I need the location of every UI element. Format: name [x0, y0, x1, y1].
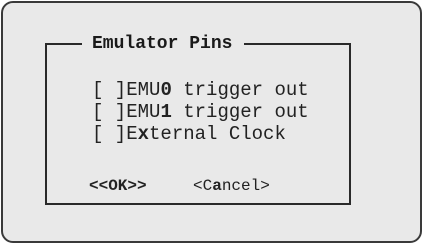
checkbox-box[interactable]: [ ] [92, 122, 126, 146]
ok-close-bracket: >> [127, 177, 147, 195]
cancel-close-bracket: > [260, 177, 270, 195]
option-label-prefix: EMU [126, 79, 161, 101]
option-label-suffix: ternal Clock [149, 123, 286, 145]
external-clock-checkbox[interactable]: [ ]External Clock [92, 122, 286, 146]
dialog-title: Emulator Pins [82, 29, 245, 59]
cancel-label-suffix: ncel [221, 177, 261, 195]
cancel-button[interactable]: <Cancel> [193, 175, 270, 197]
option-label-suffix: trigger out [171, 79, 309, 101]
option-hotkey: 0 [160, 79, 172, 101]
checkbox-box[interactable]: [ ] [92, 100, 126, 124]
option-hotkey: 1 [160, 101, 172, 123]
cancel-hotkey: a [212, 177, 222, 195]
option-label-prefix: E [126, 123, 138, 145]
option-label-prefix: EMU [126, 101, 161, 123]
cancel-open-bracket: < [193, 177, 203, 195]
emu0-trigger-out-checkbox[interactable]: [ ]EMU0 trigger out [92, 78, 309, 102]
ok-label: OK [108, 177, 128, 195]
checkbox-box[interactable]: [ ] [92, 78, 126, 102]
emu1-trigger-out-checkbox[interactable]: [ ]EMU1 trigger out [92, 100, 309, 124]
option-hotkey: x [137, 123, 150, 145]
option-label-suffix: trigger out [171, 101, 309, 123]
ok-open-bracket: << [89, 177, 109, 195]
cancel-label-prefix: C [202, 177, 213, 195]
ok-button[interactable]: <<OK>> [89, 175, 147, 197]
